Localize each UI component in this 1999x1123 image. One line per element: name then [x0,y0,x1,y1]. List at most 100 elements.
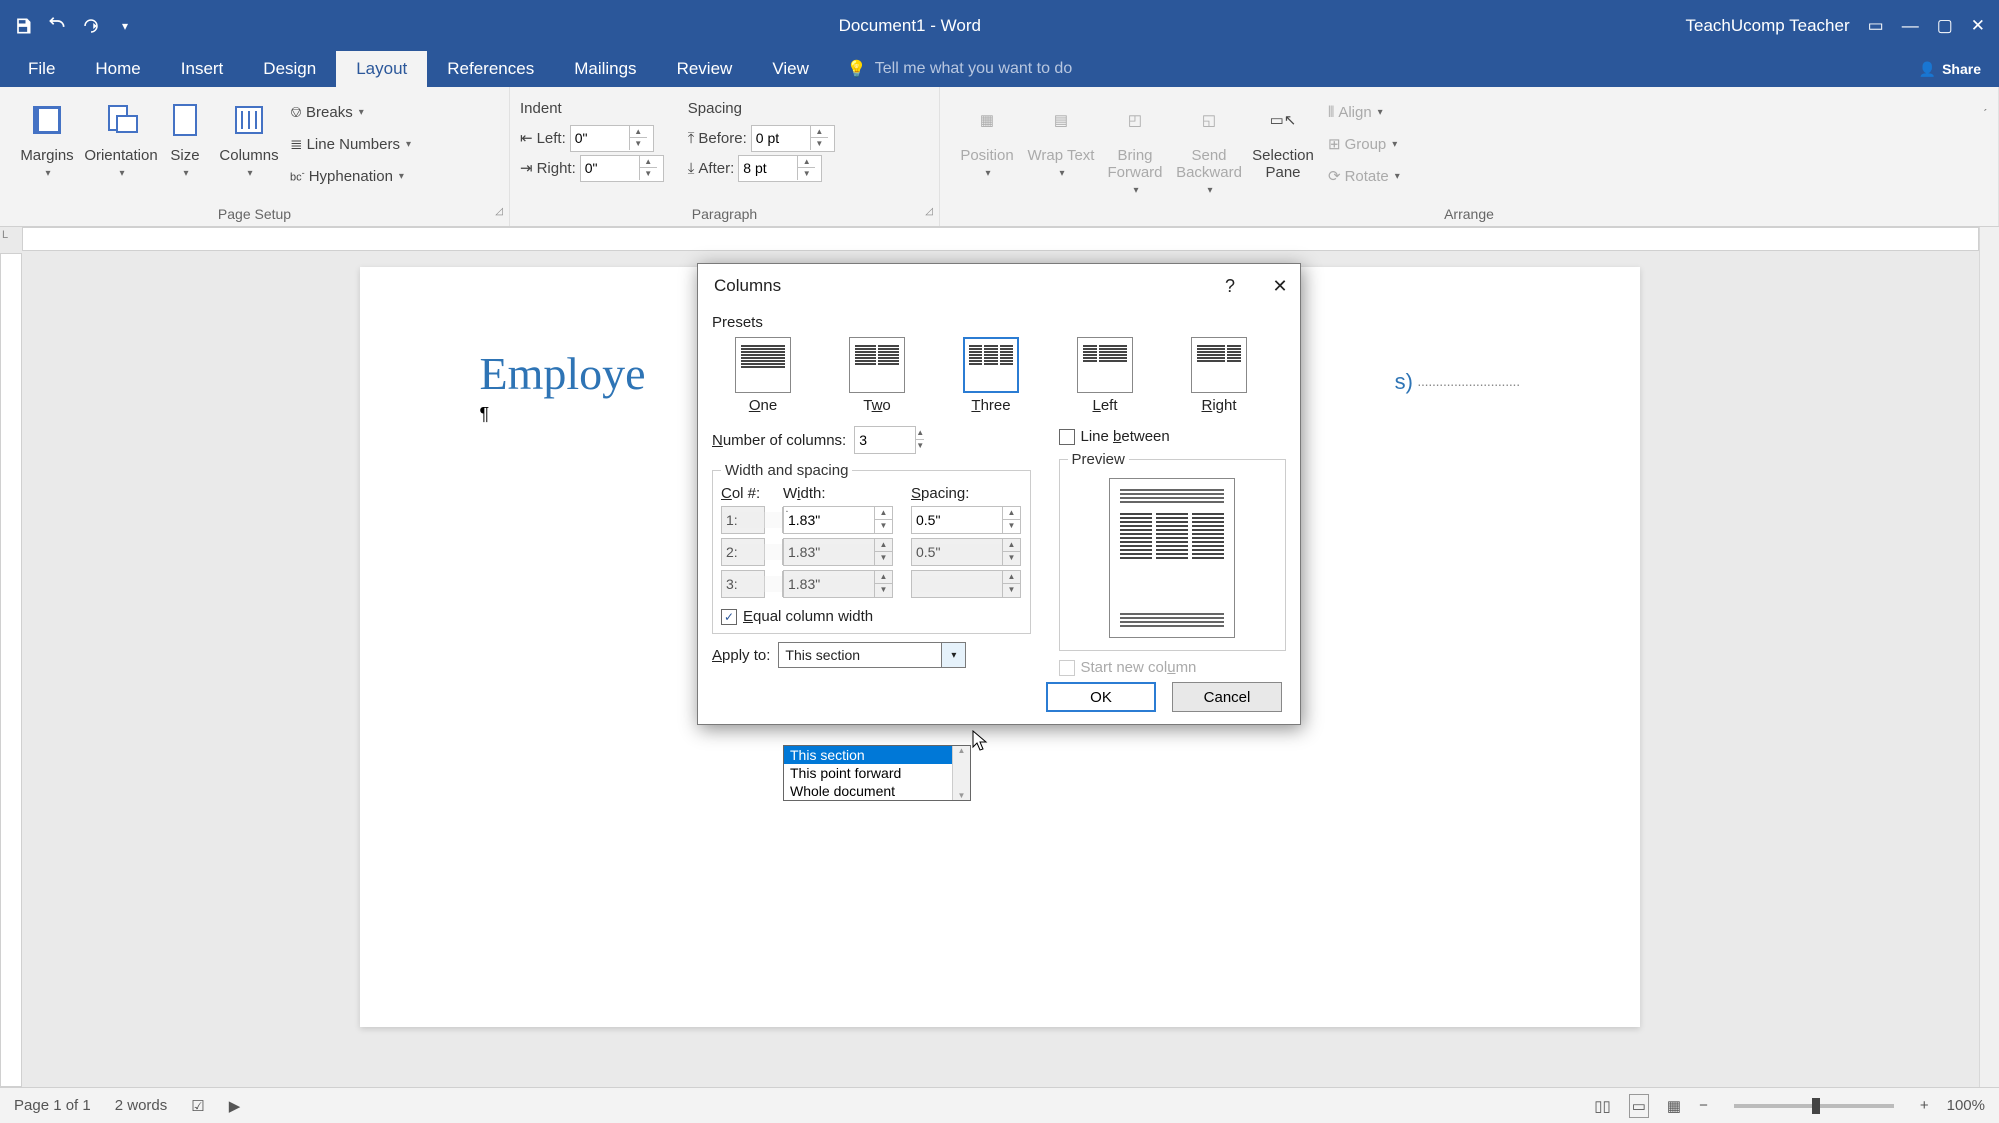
user-name: TeachUcomp Teacher [1686,16,1850,36]
preset-one[interactable]: OOnene [726,337,800,414]
apply-to-combo[interactable]: This section ▾ [778,642,966,668]
hyphenation-button[interactable]: bc-Hyphenation▾ [290,161,411,191]
preset-two[interactable]: Two [840,337,914,414]
dropdown-scrollbar[interactable]: ▲▼ [952,746,970,800]
group-label-item: Group [1345,136,1387,153]
zoom-in-icon[interactable]: + [1920,1097,1929,1114]
option-whole-document[interactable]: Whole document [784,782,970,800]
tab-layout[interactable]: Layout [336,51,427,87]
spacing-after-icon: ⤓ [688,160,695,177]
share-button[interactable]: 👤 Share [1901,51,1999,87]
close-icon[interactable]: ✕ [1266,272,1294,300]
equal-width-checkbox[interactable]: ✓ Equal column width [721,608,1022,625]
share-label: Share [1942,61,1981,77]
minimize-icon[interactable]: — [1902,16,1919,36]
dialog-titlebar[interactable]: Columns ? ✕ [698,264,1300,308]
group-icon: ⊞ [1328,135,1341,153]
columns-button[interactable]: Columns ▾ [212,93,286,183]
chevron-down-icon: ▾ [406,139,411,150]
save-icon[interactable] [12,15,34,37]
align-label: Align [1338,104,1371,121]
num-cols-input[interactable]: ▲▼ [854,426,916,454]
group-page-setup: Margins ▾ Orientation ▾ Size ▾ Columns ▾… [0,87,510,226]
zoom-level[interactable]: 100% [1947,1097,1985,1114]
option-this-section[interactable]: This section [784,746,970,764]
zoom-out-icon[interactable]: − [1699,1097,1708,1114]
tab-references[interactable]: References [427,51,554,87]
wrap-text-button: ▤Wrap Text▾ [1024,93,1098,183]
tell-me-search[interactable]: 💡 Tell me what you want to do [847,51,1072,87]
option-this-point-forward[interactable]: This point forward [784,764,970,782]
preset-three[interactable]: Three [954,337,1028,414]
tab-design[interactable]: Design [243,51,336,87]
rotate-icon: ⟳ [1328,167,1341,185]
dialog-launcher-icon[interactable]: ◿ [495,206,503,217]
orientation-label: Orientation [84,147,157,164]
tab-selector[interactable]: L [2,229,8,241]
group-label-page-setup: Page Setup◿ [10,204,499,224]
maximize-icon[interactable]: ▢ [1937,16,1953,36]
tab-mailings[interactable]: Mailings [554,51,656,87]
line-numbers-icon: ≣ [290,135,303,153]
num-cols-label: Number of columns: [712,432,846,449]
align-button: ⫴Align▾ [1328,97,1400,127]
redo-icon[interactable] [80,15,102,37]
margins-button[interactable]: Margins ▾ [10,93,84,183]
qat-customize-icon[interactable]: ▾ [114,15,136,37]
orientation-button[interactable]: Orientation ▾ [84,93,158,183]
indent-left-input[interactable]: ▲▼ [570,125,654,152]
paragraph-mark: ¶ [480,404,490,424]
tab-file[interactable]: File [8,51,75,87]
ribbon: Margins ▾ Orientation ▾ Size ▾ Columns ▾… [0,87,1999,227]
preset-right[interactable]: Right [1182,337,1256,414]
macro-icon[interactable]: ▶ [229,1097,241,1115]
tab-review[interactable]: Review [657,51,753,87]
chevron-down-icon: ▾ [183,168,188,179]
indent-right-input[interactable]: ▲▼ [580,155,664,182]
horizontal-ruler[interactable] [22,227,1979,251]
line-numbers-button[interactable]: ≣Line Numbers▾ [290,129,411,159]
send-backward-label: Send Backward [1174,147,1244,181]
word-count[interactable]: 2 words [115,1097,168,1114]
print-layout-icon[interactable]: ▭ [1629,1094,1649,1118]
close-icon[interactable]: ✕ [1971,16,1985,36]
breaks-button[interactable]: ⎊Breaks▾ [290,97,411,127]
share-icon: 👤 [1919,61,1936,78]
page-status[interactable]: Page 1 of 1 [14,1097,91,1114]
line-between-checkbox[interactable]: Line between [1059,428,1287,445]
tab-home[interactable]: Home [75,51,160,87]
presets-label: Presets [712,314,1286,331]
undo-icon[interactable] [46,15,68,37]
size-button[interactable]: Size ▾ [158,93,212,183]
tab-insert[interactable]: Insert [161,51,244,87]
rotate-label: Rotate [1345,168,1389,185]
help-icon[interactable]: ? [1216,272,1244,300]
read-mode-icon[interactable]: ▯▯ [1594,1097,1611,1115]
indent-right-label: Right: [537,160,576,177]
collapse-ribbon-icon[interactable]: ˏ [1975,91,1995,222]
cancel-button[interactable]: Cancel [1172,682,1282,712]
web-layout-icon[interactable]: ▦ [1667,1097,1681,1115]
spacing-after-input[interactable]: ▲▼ [738,155,822,182]
selection-pane-button[interactable]: ▭↖Selection Pane [1246,93,1320,185]
zoom-slider[interactable] [1734,1104,1894,1108]
ribbon-display-icon[interactable]: ▭ [1868,16,1884,36]
ok-button[interactable]: OK [1046,682,1156,712]
ribbon-tabs: File Home Insert Design Layout Reference… [0,51,1999,87]
col-1-width[interactable]: ▲▼ [783,506,893,534]
col-1-spacing[interactable]: ▲▼ [911,506,1021,534]
apply-to-label: Apply to: [712,647,770,664]
preset-left[interactable]: Left [1068,337,1142,414]
chevron-down-icon[interactable]: ▾ [941,643,965,667]
start-new-column-checkbox: Start new column [1059,659,1287,676]
columns-label: Columns [219,147,278,164]
vertical-ruler[interactable] [0,253,22,1087]
tab-view[interactable]: View [752,51,829,87]
vertical-scrollbar[interactable] [1979,227,1999,1087]
group-label-paragraph: Paragraph◿ [520,204,929,224]
proofing-icon[interactable]: ☑ [191,1097,204,1115]
apply-to-dropdown[interactable]: This section This point forward Whole do… [783,745,971,801]
dialog-launcher-icon[interactable]: ◿ [925,206,933,217]
spacing-before-input[interactable]: ▲▼ [751,125,835,152]
dialog-title: Columns [714,276,781,296]
